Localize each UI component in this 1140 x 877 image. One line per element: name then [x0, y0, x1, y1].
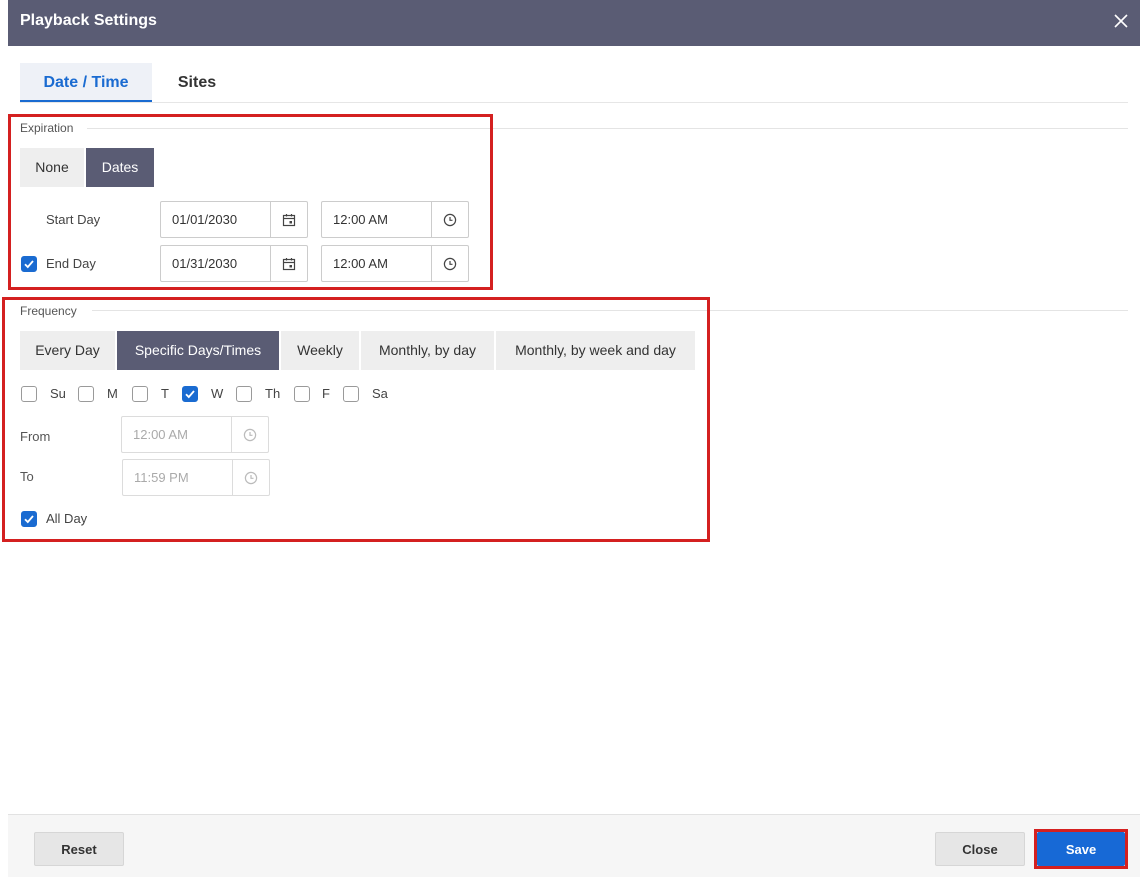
end-time-input[interactable]: 12:00 AM	[321, 245, 469, 282]
frequency-monthly-by-day-button[interactable]: Monthly, by day	[361, 331, 494, 370]
dialog-title: Playback Settings	[20, 12, 157, 29]
day-checkbox-w[interactable]	[182, 386, 198, 402]
clock-icon[interactable]	[431, 246, 468, 281]
from-label: From	[20, 429, 51, 444]
start-date-value: 01/01/2030	[172, 212, 238, 227]
day-checkbox-th[interactable]	[236, 386, 252, 402]
save-button[interactable]: Save	[1037, 832, 1125, 866]
end-time-value: 12:00 AM	[333, 256, 388, 271]
all-day-label: All Day	[46, 511, 88, 526]
to-time-input[interactable]: 11:59 PM	[122, 459, 270, 496]
clock-icon[interactable]	[231, 417, 268, 452]
day-label-su: Su	[50, 386, 66, 401]
day-checkbox-f[interactable]	[294, 386, 310, 402]
clock-icon[interactable]	[232, 460, 269, 495]
day-checkbox-t[interactable]	[132, 386, 148, 402]
clock-icon[interactable]	[431, 202, 468, 237]
calendar-icon[interactable]	[270, 202, 307, 237]
frequency-weekly-button[interactable]: Weekly	[281, 331, 359, 370]
start-day-label: Start Day	[46, 212, 101, 227]
expiration-none-button[interactable]: None	[20, 148, 84, 187]
day-checkbox-sa[interactable]	[343, 386, 359, 402]
end-date-value: 01/31/2030	[172, 256, 238, 271]
day-checkbox-m[interactable]	[78, 386, 94, 402]
dialog-header: Playback Settings	[8, 0, 1140, 46]
end-day-label: End Day	[46, 256, 96, 271]
day-checkbox-su[interactable]	[21, 386, 37, 402]
frequency-monthly-by-week-button[interactable]: Monthly, by week and day	[496, 331, 695, 370]
start-date-input[interactable]: 01/01/2030	[160, 201, 308, 238]
day-label-t: T	[161, 386, 169, 401]
to-label: To	[20, 469, 34, 484]
expiration-divider	[87, 128, 1128, 129]
day-label-sa: Sa	[372, 386, 388, 401]
expiration-dates-button[interactable]: Dates	[86, 148, 154, 187]
expiration-legend: Expiration	[20, 121, 74, 135]
to-time-value: 11:59 PM	[134, 470, 189, 485]
from-time-input[interactable]: 12:00 AM	[121, 416, 269, 453]
calendar-icon[interactable]	[270, 246, 307, 281]
day-label-th: Th	[265, 386, 281, 401]
end-date-input[interactable]: 01/31/2030	[160, 245, 308, 282]
reset-button[interactable]: Reset	[34, 832, 124, 866]
tab-sites[interactable]: Sites	[152, 63, 242, 102]
end-day-checkbox[interactable]	[21, 256, 37, 272]
frequency-specific-days-button[interactable]: Specific Days/Times	[117, 331, 279, 370]
day-label-m: M	[107, 386, 118, 401]
frequency-every-day-button[interactable]: Every Day	[20, 331, 115, 370]
all-day-checkbox[interactable]	[21, 511, 37, 527]
day-label-w: W	[211, 386, 224, 401]
close-button[interactable]: Close	[935, 832, 1025, 866]
tab-date-time[interactable]: Date / Time	[20, 63, 152, 102]
frequency-legend: Frequency	[20, 304, 77, 318]
start-time-input[interactable]: 12:00 AM	[321, 201, 469, 238]
close-icon[interactable]	[1114, 8, 1128, 34]
tab-divider	[20, 102, 1128, 103]
day-label-f: F	[322, 386, 330, 401]
frequency-divider	[92, 310, 1128, 311]
start-time-value: 12:00 AM	[333, 212, 388, 227]
from-time-value: 12:00 AM	[133, 427, 188, 442]
